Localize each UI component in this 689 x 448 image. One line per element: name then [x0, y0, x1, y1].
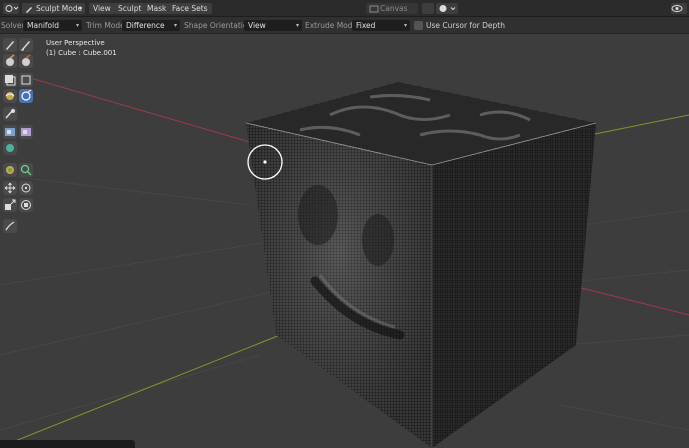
- line-project-icon: [21, 200, 31, 210]
- rotate-icon: [21, 183, 31, 193]
- shape-orientation-dropdown[interactable]: View ▾: [244, 20, 302, 31]
- eye-icon: [671, 5, 683, 12]
- menu-sculpt[interactable]: Sculpt: [114, 3, 146, 14]
- scale-icon: [5, 199, 16, 210]
- tool-line-project[interactable]: [19, 198, 33, 212]
- clay-strips-icon: [22, 54, 31, 66]
- tool-scale[interactable]: [3, 198, 17, 212]
- editor-type-icon: [5, 5, 19, 12]
- tool-simplify[interactable]: [3, 141, 17, 155]
- front-face-shading: [246, 123, 432, 448]
- annotate-icon: [5, 221, 15, 231]
- object-info: (1) Cube : Cube.001: [46, 49, 117, 57]
- tool-layer[interactable]: [3, 73, 17, 87]
- y-axis-line-far: [589, 114, 689, 136]
- draw-brush-icon: [6, 41, 14, 50]
- tool-lasso-trim[interactable]: [19, 89, 33, 103]
- solver-dropdown[interactable]: Manifold ▾: [23, 20, 82, 31]
- tool-clay-strips[interactable]: [19, 54, 33, 68]
- chevron-down-icon: ▾: [173, 22, 177, 29]
- chevron-down-icon: ▾: [403, 22, 407, 29]
- editor-type-button[interactable]: [3, 3, 19, 14]
- brush-cursor-dot: [263, 160, 267, 164]
- mode-label: Sculpt Mode: [36, 4, 83, 13]
- menu-view-label: View: [93, 4, 111, 13]
- smooth-icon: [5, 92, 15, 100]
- face-set-icon: [5, 128, 15, 136]
- cube-side-face: [432, 123, 596, 448]
- x-axis-line: [19, 74, 261, 146]
- chevron-down-icon: ▾: [78, 5, 82, 12]
- tool-face-set[interactable]: [3, 125, 17, 139]
- tool-draw[interactable]: [3, 38, 17, 52]
- shape-orientation-value: View: [248, 21, 266, 30]
- pin-toggle[interactable]: [422, 3, 434, 14]
- tool-draw-sharp[interactable]: [19, 38, 33, 52]
- box-trim-icon: [21, 75, 31, 85]
- clay-icon: [6, 54, 15, 66]
- simplify-icon: [6, 144, 14, 152]
- viewport-header: Sculpt Mode ▾ View Sculpt Mask Face Sets…: [0, 0, 689, 17]
- menu-view[interactable]: View: [89, 3, 115, 14]
- canvas-label: Canvas: [380, 4, 408, 13]
- menu-mask[interactable]: Mask: [143, 3, 171, 14]
- trim-mode-value: Difference: [126, 21, 165, 30]
- menu-sculpt-label: Sculpt: [118, 4, 142, 13]
- mask-icon: [5, 109, 15, 119]
- extrude-mode-value: Fixed: [356, 21, 376, 30]
- overlays-button[interactable]: [671, 3, 687, 14]
- cloth-icon: [21, 128, 31, 136]
- chevron-down-icon: ▾: [75, 22, 79, 29]
- viewport-shading-button[interactable]: [436, 3, 458, 14]
- status-strip: [0, 440, 135, 448]
- tool-smooth[interactable]: [3, 89, 17, 103]
- use-cursor-checkbox[interactable]: [414, 21, 423, 30]
- mode-selector[interactable]: Sculpt Mode ▾: [22, 3, 85, 14]
- use-cursor-label: Use Cursor for Depth: [426, 21, 505, 30]
- canvas-icon: [369, 5, 379, 12]
- transform-icon: [20, 164, 32, 176]
- menu-face-sets-label: Face Sets: [172, 4, 208, 13]
- y-axis-line: [0, 334, 281, 448]
- tool-move[interactable]: [3, 181, 17, 195]
- tool-mask[interactable]: [3, 107, 17, 121]
- tool-rotate[interactable]: [19, 181, 33, 195]
- tool-options-bar: Solver: Manifold ▾ Trim Mode: Difference ▾…: [0, 17, 689, 34]
- mesh-filter-icon: [6, 166, 14, 174]
- tool-cloth[interactable]: [19, 125, 33, 139]
- extrude-mode-dropdown[interactable]: Fixed ▾: [352, 20, 410, 31]
- tool-annotate[interactable]: [3, 219, 17, 233]
- solver-value: Manifold: [27, 21, 59, 30]
- 3d-viewport[interactable]: User Perspective (1) Cube : Cube.001: [0, 35, 689, 448]
- move-icon: [4, 182, 16, 194]
- tool-clay[interactable]: [3, 54, 17, 68]
- chevron-down-icon: ▾: [295, 22, 299, 29]
- tool-transform[interactable]: [19, 163, 33, 177]
- layer-icon: [5, 75, 16, 86]
- viewport-scene: [0, 74, 689, 448]
- view-name: User Perspective: [46, 39, 105, 47]
- sculpt-brush-icon: [26, 6, 32, 13]
- canvas-selector[interactable]: Canvas: [366, 3, 418, 14]
- tool-box-trim[interactable]: [19, 73, 33, 87]
- tool-mesh-filter[interactable]: [3, 163, 17, 177]
- menu-face-sets[interactable]: Face Sets: [168, 3, 212, 14]
- trim-mode-dropdown[interactable]: Difference ▾: [122, 20, 180, 31]
- draw-sharp-icon: [21, 41, 30, 51]
- menu-mask-label: Mask: [147, 4, 167, 13]
- lasso-trim-icon: [21, 89, 32, 101]
- sphere-shading-icon: [439, 5, 456, 12]
